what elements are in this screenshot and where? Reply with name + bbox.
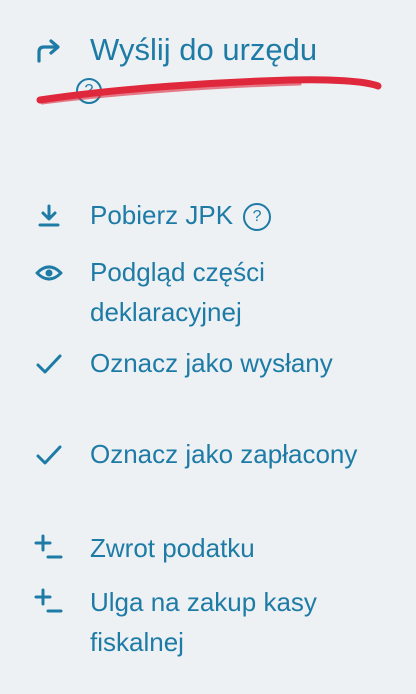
check-icon [34, 349, 64, 379]
eye-icon [34, 258, 64, 288]
mark-as-paid-label: Oznacz jako zapłacony [90, 439, 358, 469]
tax-refund-label: Zwrot podatku [90, 533, 255, 563]
send-to-office-action[interactable]: Wyślij do urzędu ? [34, 26, 394, 118]
mark-as-sent-label: Oznacz jako wysłany [90, 348, 333, 378]
help-icon[interactable]: ? [76, 78, 102, 104]
forward-arrow-icon [34, 36, 64, 66]
send-to-office-label: Wyślij do urzędu [90, 32, 318, 67]
cash-register-relief-label: Ulga na zakup kasy fiskalnej [90, 587, 317, 657]
download-jpk-label: Pobierz JPK [90, 200, 234, 230]
plus-minus-icon [34, 533, 64, 563]
help-icon[interactable]: ? [243, 203, 272, 231]
plus-minus-icon [34, 587, 64, 617]
declaration-actions-panel: Wyślij do urzędu ? Pobierz JPK? Podgląd … [0, 0, 416, 694]
preview-declaration-label: Podgląd części deklaracyjnej [90, 257, 265, 327]
download-icon [34, 201, 64, 231]
check-icon [34, 440, 64, 470]
